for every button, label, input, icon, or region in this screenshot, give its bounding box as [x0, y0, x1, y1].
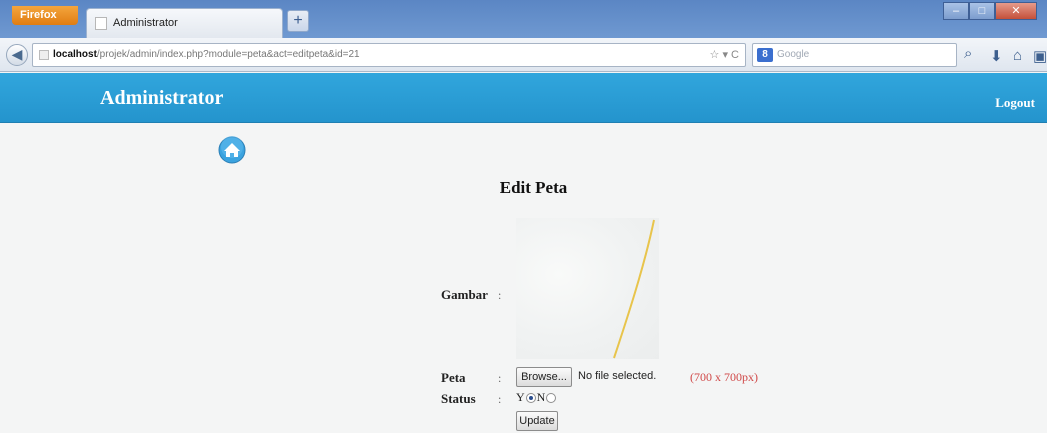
- site-identity-icon: [39, 50, 49, 60]
- status-radio-n[interactable]: [546, 392, 557, 403]
- logout-link[interactable]: Logout: [995, 95, 1035, 111]
- browser-tab[interactable]: Administrator: [86, 8, 283, 38]
- address-bar[interactable]: localhost/projek/admin/index.php?module=…: [32, 43, 746, 67]
- browser-navbar: ◀ localhost/projek/admin/index.php?modul…: [0, 38, 1047, 72]
- window-controls: – □ ✕: [943, 2, 1037, 20]
- status-label: Status: [441, 391, 476, 406]
- page-title: Edit Peta: [0, 178, 1047, 198]
- address-text: localhost/projek/admin/index.php?module=…: [53, 49, 360, 60]
- brand-title: Administrator: [100, 87, 224, 109]
- size-hint: (700 x 700px): [690, 370, 758, 384]
- map-road-line: [613, 219, 655, 359]
- map-image: [516, 218, 659, 359]
- search-engine-icon[interactable]: 8: [757, 48, 773, 62]
- browse-button[interactable]: Browse...: [516, 367, 572, 387]
- download-icon[interactable]: ⬇: [990, 47, 1003, 65]
- browser-titlebar: Firefox Administrator + – □ ✕: [0, 0, 1047, 38]
- menu-icon[interactable]: ▣: [1033, 47, 1047, 65]
- url-path: /projek/admin/index.php?module=peta&act=…: [96, 49, 360, 60]
- update-button[interactable]: Update: [516, 411, 558, 431]
- new-tab-button[interactable]: +: [287, 10, 309, 32]
- colon-separator: :: [498, 371, 502, 385]
- magnifier-icon[interactable]: ⌕: [964, 45, 972, 62]
- search-placeholder: Google: [777, 49, 810, 60]
- home-toolbar-icon[interactable]: ⌂: [1013, 47, 1022, 64]
- colon-separator: :: [498, 392, 502, 406]
- status-option-y-label: Y: [516, 390, 525, 404]
- back-arrow-icon[interactable]: ◀: [6, 44, 28, 66]
- tab-title: Administrator: [113, 17, 178, 29]
- home-icon[interactable]: [218, 136, 246, 164]
- status-option-n-label: N: [536, 390, 546, 404]
- file-status-text: No file selected.: [578, 370, 657, 382]
- close-window-button[interactable]: ✕: [995, 2, 1037, 20]
- url-host: localhost: [53, 49, 97, 60]
- colon-separator: :: [498, 288, 502, 302]
- maximize-button[interactable]: □: [969, 2, 995, 20]
- status-radio-group: Y N: [516, 390, 557, 405]
- admin-header: Administrator Logout: [0, 73, 1047, 123]
- peta-label: Peta: [441, 370, 466, 385]
- gambar-label: Gambar: [441, 287, 488, 302]
- status-radio-y[interactable]: [525, 392, 536, 403]
- firefox-menu-button[interactable]: Firefox: [12, 6, 78, 25]
- minimize-button[interactable]: –: [943, 2, 969, 20]
- tab-favicon-icon: [95, 17, 107, 30]
- reload-icon[interactable]: ☆ ▾ C: [710, 48, 739, 61]
- search-bar[interactable]: 8 Google: [752, 43, 957, 67]
- page-title-text: Edit Peta: [499, 178, 568, 197]
